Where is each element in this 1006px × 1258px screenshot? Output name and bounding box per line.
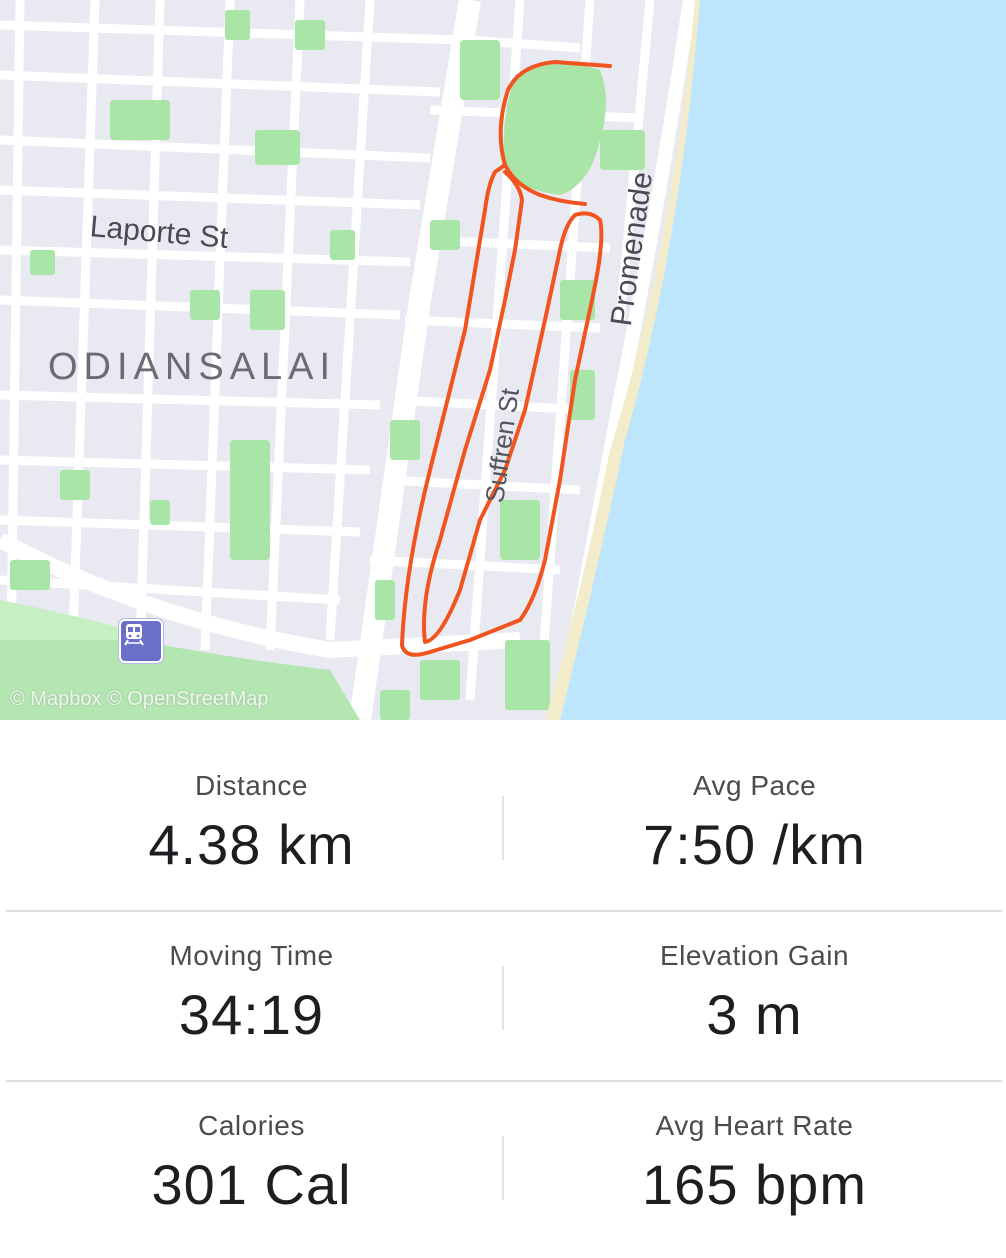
stat-avg-pace: Avg Pace 7:50 /km (503, 720, 1006, 890)
stat-label: Calories (198, 1110, 305, 1141)
stat-value: 3 m (706, 983, 803, 1046)
stat-value: 34:19 (178, 983, 325, 1046)
stat-value: 4.38 km (148, 813, 355, 876)
train-station-icon[interactable] (119, 619, 163, 663)
stat-label: Moving Time (169, 940, 334, 971)
stats-row: Calories 301 Cal Avg Heart Rate 165 bpm (0, 1060, 1006, 1230)
stat-label: Avg Pace (692, 770, 817, 801)
stat-moving-time: Moving Time 34:19 (0, 890, 503, 1060)
stat-label: Distance (195, 770, 308, 801)
stat-avg-heart-rate: Avg Heart Rate 165 bpm (503, 1060, 1006, 1230)
stats-row: Moving Time 34:19 Elevation Gain 3 m (0, 890, 1006, 1060)
activity-stats: Distance 4.38 km Avg Pace 7:50 /km Movin… (0, 720, 1006, 1258)
stat-label: Avg Heart Rate (655, 1110, 854, 1141)
stat-value: 7:50 /km (643, 813, 866, 876)
stat-elevation-gain: Elevation Gain 3 m (503, 890, 1006, 1060)
stats-row: Distance 4.38 km Avg Pace 7:50 /km (0, 720, 1006, 890)
stat-calories: Calories 301 Cal (0, 1060, 503, 1230)
stat-label: Elevation Gain (659, 940, 850, 971)
route-map[interactable]: ODIANSALAI Laporte St Suffren St Promena… (0, 0, 1006, 720)
stat-value: 301 Cal (151, 1153, 352, 1216)
neighborhood-label: ODIANSALAI (48, 346, 337, 388)
stat-distance: Distance 4.38 km (0, 720, 503, 890)
stat-value: 165 bpm (642, 1153, 867, 1216)
map-attribution[interactable]: © Mapbox © OpenStreetMap (10, 688, 269, 711)
